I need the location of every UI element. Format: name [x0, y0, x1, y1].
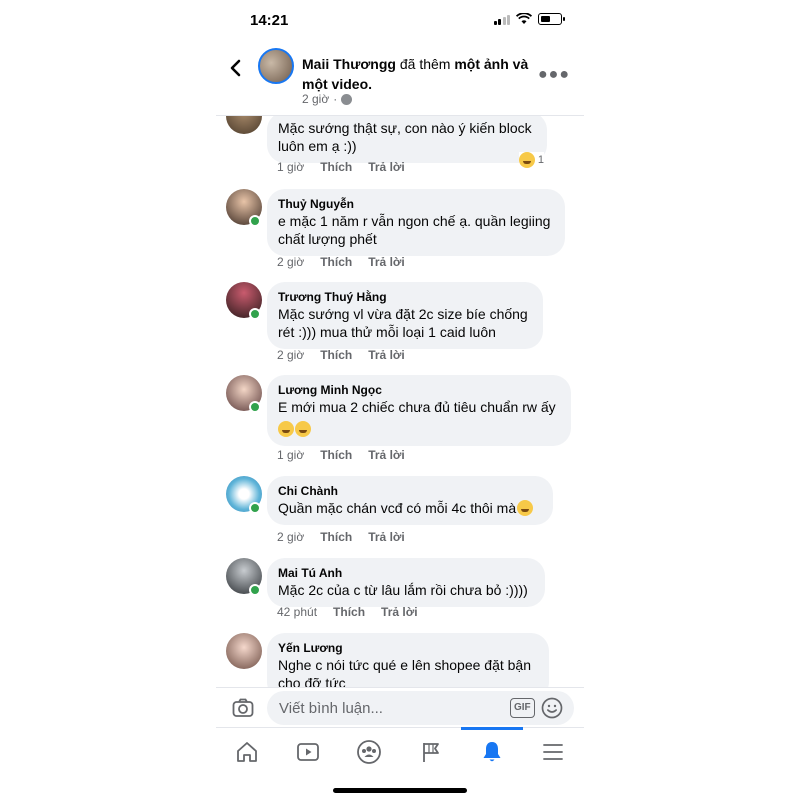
- more-horizontal-icon[interactable]: ●●●: [538, 66, 570, 84]
- like-button[interactable]: Thích: [333, 605, 365, 619]
- status-time: 14:21: [250, 12, 289, 29]
- commenter-name[interactable]: Thuỷ Nguyễn: [278, 196, 553, 212]
- signal-icon: [493, 14, 510, 25]
- comment-text: Mặc sướng thật sự, con nào ý kiến block: [278, 120, 532, 136]
- bottom-tab-bar: [216, 727, 584, 775]
- comment-time: 1 giờ: [277, 160, 305, 174]
- comment-composer: GIF: [216, 687, 584, 727]
- comment-text: Quần mặc chán vcđ có mỗi 4c thôi mà: [278, 499, 541, 517]
- comment-text: cho đỡ tức: [278, 675, 346, 687]
- reaction-count[interactable]: 1: [518, 152, 544, 168]
- like-button[interactable]: Thích: [320, 255, 352, 269]
- comment-bubble: Lương Minh Ngọc E mới mua 2 chiếc chưa đ…: [267, 375, 571, 446]
- comment-bubble: Mai Tú Anh Mặc 2c của c từ lâu lắm rồi c…: [267, 558, 545, 607]
- menu-icon: [543, 743, 564, 760]
- comment-time: 2 giờ: [277, 255, 305, 269]
- comment-bubble: Mặc sướng thật sự, con nào ý kiến block …: [267, 116, 547, 163]
- commenter-avatar[interactable]: [226, 116, 262, 134]
- rofl-emoji-icon: [278, 421, 294, 437]
- rofl-emoji-icon: [295, 421, 311, 437]
- like-button[interactable]: Thích: [320, 348, 352, 362]
- online-indicator: [249, 502, 261, 514]
- reply-button[interactable]: Trả lời: [368, 448, 405, 462]
- laugh-emoji-icon: [517, 500, 534, 516]
- tab-groups[interactable]: [339, 728, 400, 775]
- post-meta: 2 giờ ·: [302, 92, 353, 106]
- author-name[interactable]: Maii Thươngg: [302, 56, 396, 72]
- online-indicator: [249, 308, 261, 320]
- comment-actions: 2 giờ Thích Trả lời: [277, 530, 405, 544]
- battery-icon: [538, 13, 565, 25]
- reply-button[interactable]: Trả lời: [381, 605, 418, 619]
- globe-icon: [341, 93, 353, 105]
- flag-icon: [422, 742, 439, 762]
- home-indicator: [333, 788, 467, 793]
- phone-screen: 14:21 Maii Thươngg đã thêm một ảnh và mộ…: [216, 0, 584, 800]
- comment-actions: 2 giờ Thích Trả lời: [277, 348, 405, 362]
- post-action-text: đã thêm: [399, 56, 451, 72]
- status-icons: [493, 13, 565, 25]
- comment-text: Nghe c nói tức qué e lên shopee đặt bận: [278, 657, 531, 673]
- comment-text: chất lượng phết: [278, 231, 377, 247]
- comment-bubble: Yến Lương Nghe c nói tức qué e lên shope…: [267, 633, 549, 687]
- groups-icon: [357, 739, 382, 764]
- comment-time: 42 phút: [277, 605, 318, 619]
- online-indicator: [249, 215, 261, 227]
- commenter-name[interactable]: Trương Thuý Hằng: [278, 289, 531, 305]
- post-header-title: Maii Thươngg đã thêm một ảnh và một vide…: [302, 54, 542, 94]
- smiley-icon[interactable]: [541, 697, 563, 719]
- comment-time: 2 giờ: [277, 530, 305, 544]
- comment-emojis: [278, 420, 559, 438]
- comment-text: E mới mua 2 chiếc chưa đủ tiêu chuẩn rw …: [278, 399, 556, 415]
- comment-actions: 42 phút Thích Trả lời: [277, 605, 418, 619]
- commenter-name[interactable]: Chi Chành: [278, 483, 541, 499]
- tab-menu[interactable]: [523, 728, 584, 775]
- post-time: 2 giờ: [302, 92, 330, 106]
- like-button[interactable]: Thích: [320, 160, 352, 174]
- tab-notifications[interactable]: [461, 727, 523, 775]
- commenter-name[interactable]: Lương Minh Ngọc: [278, 382, 559, 398]
- comment-text: Mặc sướng vl vừa đặt 2c size bíe chống: [278, 306, 528, 322]
- comment-actions: 2 giờ Thích Trả lời: [277, 255, 405, 269]
- comment-bubble: Thuỷ Nguyễn e mặc 1 năm r vẫn ngon chế ạ…: [267, 189, 565, 256]
- haha-reaction-icon: [518, 152, 535, 168]
- comment-time: 1 giờ: [277, 448, 305, 462]
- tab-watch[interactable]: [277, 728, 338, 775]
- reply-button[interactable]: Trả lời: [368, 530, 405, 544]
- comment-text: luôn em ạ :)): [278, 138, 357, 154]
- comment-text: rét :))) mua thử mỗi loại 1 caid luôn: [278, 324, 496, 340]
- comment-bubble: Trương Thuý Hằng Mặc sướng vl vừa đặt 2c…: [267, 282, 543, 349]
- online-indicator: [249, 401, 261, 413]
- commenter-avatar[interactable]: [226, 633, 262, 669]
- status-bar: 14:21: [216, 0, 584, 40]
- comment-actions: 1 giờ Thích Trả lời: [277, 448, 405, 462]
- post-header: Maii Thươngg đã thêm một ảnh và một vide…: [216, 44, 584, 116]
- video-icon: [297, 742, 319, 761]
- commenter-name[interactable]: Yến Lương: [278, 640, 537, 656]
- online-indicator: [249, 584, 261, 596]
- author-avatar[interactable]: [258, 48, 294, 84]
- chevron-left-icon[interactable]: [226, 58, 246, 78]
- bell-icon: [483, 741, 501, 761]
- tab-home[interactable]: [216, 728, 277, 775]
- reply-button[interactable]: Trả lời: [368, 348, 405, 362]
- wifi-icon: [516, 13, 532, 24]
- comment-time: 2 giờ: [277, 348, 305, 362]
- tab-pages[interactable]: [400, 728, 461, 775]
- comment-text: Mặc 2c của c từ lâu lắm rồi chưa bỏ :)))…: [278, 582, 528, 598]
- commenter-name[interactable]: Mai Tú Anh: [278, 565, 533, 581]
- comment-actions: 1 giờ Thích Trả lời: [277, 160, 405, 174]
- reply-button[interactable]: Trả lời: [368, 255, 405, 269]
- like-button[interactable]: Thích: [320, 448, 352, 462]
- comment-text: e mặc 1 năm r vẫn ngon chế ạ. quần legii…: [278, 213, 551, 229]
- comment-bubble: Chi Chành Quần mặc chán vcđ có mỗi 4c th…: [267, 476, 553, 525]
- comments-list: Mặc sướng thật sự, con nào ý kiến block …: [216, 116, 584, 687]
- camera-icon[interactable]: [232, 697, 254, 719]
- home-icon: [236, 741, 257, 762]
- reply-button[interactable]: Trả lời: [368, 160, 405, 174]
- like-button[interactable]: Thích: [320, 530, 352, 544]
- gif-icon[interactable]: GIF: [510, 698, 535, 718]
